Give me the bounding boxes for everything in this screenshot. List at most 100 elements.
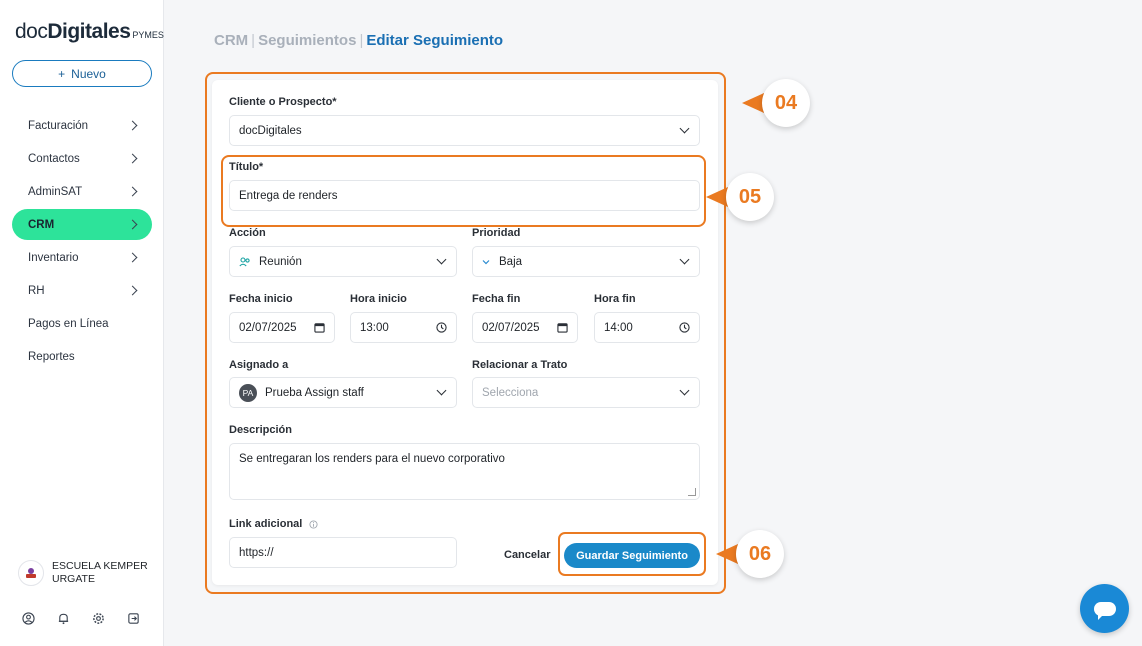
info-icon[interactable] [309,520,318,529]
trato-placeholder: Selecciona [482,386,539,399]
cancel-button[interactable]: Cancelar [504,549,550,561]
step-06-badge: 06 [736,530,784,578]
sidebar-item-label: Reportes [28,350,75,363]
descripcion-value: Se entregaran los renders para el nuevo … [239,453,505,465]
chevron-right-icon [127,285,138,296]
chat-button[interactable] [1080,584,1129,633]
sidebar-nav: Facturación Contactos AdminSAT CRM Inven… [12,110,152,374]
asignado-select[interactable]: PA Prueba Assign staff [229,377,457,408]
chevron-down-icon [679,254,690,265]
chevron-down-icon [679,123,690,134]
titulo-value: Entrega de renders [239,189,338,202]
brand-logo[interactable]: docDigitales PYMES [15,20,164,44]
chevron-down-icon [679,385,690,396]
accion-label: Acción [229,227,266,239]
breadcrumb-seguimientos[interactable]: Seguimientos [258,32,356,49]
sidebar-item-rh[interactable]: RH [12,275,152,306]
sidebar-item-label: RH [28,284,45,297]
chevron-right-icon [127,120,138,131]
plus-icon: + [58,66,66,81]
sidebar-item-facturacion[interactable]: Facturación [12,110,152,141]
fecha-fin-value: 02/07/2025 [482,321,540,334]
breadcrumb: CRM | Seguimientos | Editar Seguimiento [214,32,503,49]
chevron-right-icon [127,252,138,263]
sidebar-item-label: Inventario [28,251,79,264]
logout-icon[interactable] [127,612,140,625]
hora-inicio-label: Hora inicio [350,293,407,305]
sidebar-item-reportes[interactable]: Reportes [12,341,152,372]
fecha-fin-input[interactable]: 02/07/2025 [472,312,578,343]
fecha-inicio-label: Fecha inicio [229,293,293,305]
link-label-row: Link adicional [229,518,318,530]
titulo-label: Título* [229,161,264,173]
prioridad-value: Baja [499,255,523,268]
calendar-icon[interactable] [557,322,568,333]
chevron-right-icon [127,186,138,197]
step-04-badge: 04 [762,79,810,127]
hora-inicio-value: 13:00 [360,321,389,334]
low-priority-icon [482,259,490,265]
hora-fin-label: Hora fin [594,293,636,305]
sidebar-item-pagos[interactable]: Pagos en Línea [12,308,152,339]
logo-doc: doc [15,20,48,43]
step-05-badge: 05 [726,173,774,221]
sidebar-item-crm[interactable]: CRM [12,209,152,240]
step-06-pointer [716,544,738,564]
chevron-down-icon [436,254,447,265]
sidebar-item-label: AdminSAT [28,185,83,198]
accion-value: Reunión [259,255,302,268]
organization-switcher[interactable]: ESCUELA KEMPER URGATE [18,560,152,586]
sidebar-item-label: CRM [28,218,55,231]
step-05-pointer [706,187,728,207]
step-04-pointer [742,93,764,113]
fecha-inicio-value: 02/07/2025 [239,321,297,334]
prioridad-select[interactable]: Baja [472,246,700,277]
link-label: Link adicional [229,518,303,530]
trato-label: Relacionar a Trato [472,359,568,371]
link-value: https:// [239,546,274,559]
sidebar: docDigitales PYMES + Nuevo Facturación Co… [0,0,164,646]
bell-icon[interactable] [57,612,70,625]
sidebar-item-contactos[interactable]: Contactos [12,143,152,174]
organization-logo-icon [18,560,44,586]
fecha-inicio-input[interactable]: 02/07/2025 [229,312,335,343]
fecha-fin-label: Fecha fin [472,293,521,305]
link-input[interactable]: https:// [229,537,457,568]
accion-select[interactable]: Reunión [229,246,457,277]
trato-select[interactable]: Selecciona [472,377,700,408]
resize-handle-icon[interactable] [688,488,696,496]
user-icon[interactable] [22,612,35,625]
save-button[interactable]: Guardar Seguimiento [564,543,700,568]
hora-fin-input[interactable]: 14:00 [594,312,700,343]
breadcrumb-crm[interactable]: CRM [214,32,248,49]
logo-pymes: PYMES [132,30,164,40]
sidebar-item-inventario[interactable]: Inventario [12,242,152,273]
titulo-input[interactable]: Entrega de renders [229,180,700,211]
descripcion-textarea[interactable]: Se entregaran los renders para el nuevo … [229,443,700,500]
breadcrumb-current: Editar Seguimiento [366,32,504,49]
calendar-icon[interactable] [314,322,325,333]
new-button-label: Nuevo [71,66,106,81]
gear-icon[interactable] [92,612,105,625]
prioridad-label: Prioridad [472,227,521,239]
people-icon [239,256,251,267]
asignado-value: Prueba Assign staff [265,386,364,399]
sidebar-item-adminsat[interactable]: AdminSAT [12,176,152,207]
new-button[interactable]: + Nuevo [12,60,152,87]
cliente-label: Cliente o Prospecto* [229,96,337,108]
hora-inicio-input[interactable]: 13:00 [350,312,457,343]
cliente-value: docDigitales [239,124,302,137]
asignado-label: Asignado a [229,359,289,371]
sidebar-item-label: Pagos en Línea [28,317,109,330]
clock-icon[interactable] [679,322,690,333]
chat-icon [1093,601,1116,620]
breadcrumb-separator: | [359,32,364,49]
avatar: PA [239,383,257,402]
breadcrumb-separator: | [251,32,256,49]
cliente-select[interactable]: docDigitales [229,115,700,146]
hora-fin-value: 14:00 [604,321,633,334]
chevron-down-icon [436,385,447,396]
chevron-right-icon [127,219,138,230]
clock-icon[interactable] [436,322,447,333]
sidebar-footer-icons [22,612,140,625]
